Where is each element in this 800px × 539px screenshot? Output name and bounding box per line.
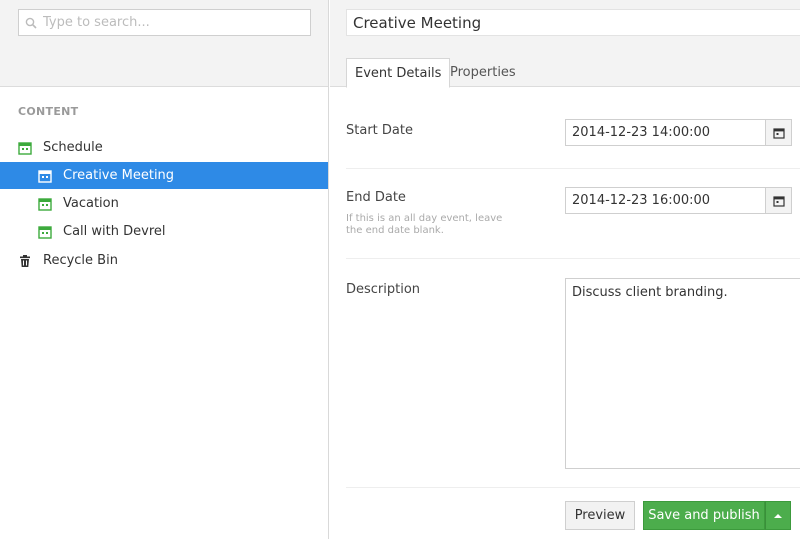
end-date-help-text: If this is an all day event, leave the e… [346, 213, 503, 236]
editor-header: Event Details Properties [330, 0, 800, 88]
tab-label: Event Details [355, 65, 442, 81]
calendar-icon [38, 225, 52, 239]
tree-item-label: Vacation [63, 196, 119, 211]
section-label-content: CONTENT [18, 105, 79, 118]
save-and-publish-button[interactable]: Save and publish [643, 501, 765, 530]
end-date-field [565, 187, 792, 214]
tree-header [0, 0, 328, 87]
end-date-input[interactable] [566, 188, 765, 213]
tab-label: Properties [450, 65, 516, 80]
tree-item-recycle-bin[interactable]: Recycle Bin [0, 247, 328, 274]
preview-button[interactable]: Preview [565, 501, 635, 530]
editor-panel: Event Details Properties Start Date End … [330, 0, 800, 539]
search-box[interactable] [18, 9, 311, 36]
publish-options-toggle[interactable] [765, 501, 791, 530]
calendar-icon [772, 127, 785, 139]
start-date-input[interactable] [566, 120, 765, 145]
tree-item-vacation[interactable]: Vacation [0, 190, 328, 217]
tree-item-label: Call with Devrel [63, 224, 166, 239]
tree-item-schedule[interactable]: Schedule [0, 134, 328, 161]
caret-up-icon [774, 513, 782, 518]
search-input[interactable] [43, 15, 293, 30]
tree-item-call-with-devrel[interactable]: Call with Devrel [0, 218, 328, 245]
tab-event-details[interactable]: Event Details [346, 58, 451, 88]
tree-item-creative-meeting[interactable]: Creative Meeting [0, 162, 328, 189]
node-name-input[interactable] [346, 9, 800, 36]
calendar-icon [38, 169, 52, 183]
tree-item-label: Creative Meeting [63, 168, 175, 183]
start-date-label: Start Date [346, 123, 413, 138]
calendar-icon [18, 141, 32, 155]
start-date-field [565, 119, 792, 146]
trash-icon [18, 254, 32, 268]
search-icon [25, 17, 37, 29]
end-date-picker-button[interactable] [765, 188, 791, 213]
calendar-icon [772, 195, 785, 207]
end-date-label: End Date [346, 190, 406, 205]
start-date-picker-button[interactable] [765, 120, 791, 145]
tree-item-label: Schedule [43, 140, 103, 155]
field-divider [346, 487, 800, 488]
description-textarea[interactable]: Discuss client branding. [565, 278, 800, 469]
calendar-icon [38, 197, 52, 211]
description-label: Description [346, 282, 421, 297]
field-divider [346, 258, 800, 259]
tab-properties[interactable]: Properties [442, 58, 524, 87]
tree-item-label: Recycle Bin [43, 253, 118, 268]
publish-button-group: Save and publish [643, 501, 791, 530]
field-divider [346, 168, 800, 169]
content-tree-panel: CONTENT Schedule Creative Meeting Vacati… [0, 0, 329, 539]
